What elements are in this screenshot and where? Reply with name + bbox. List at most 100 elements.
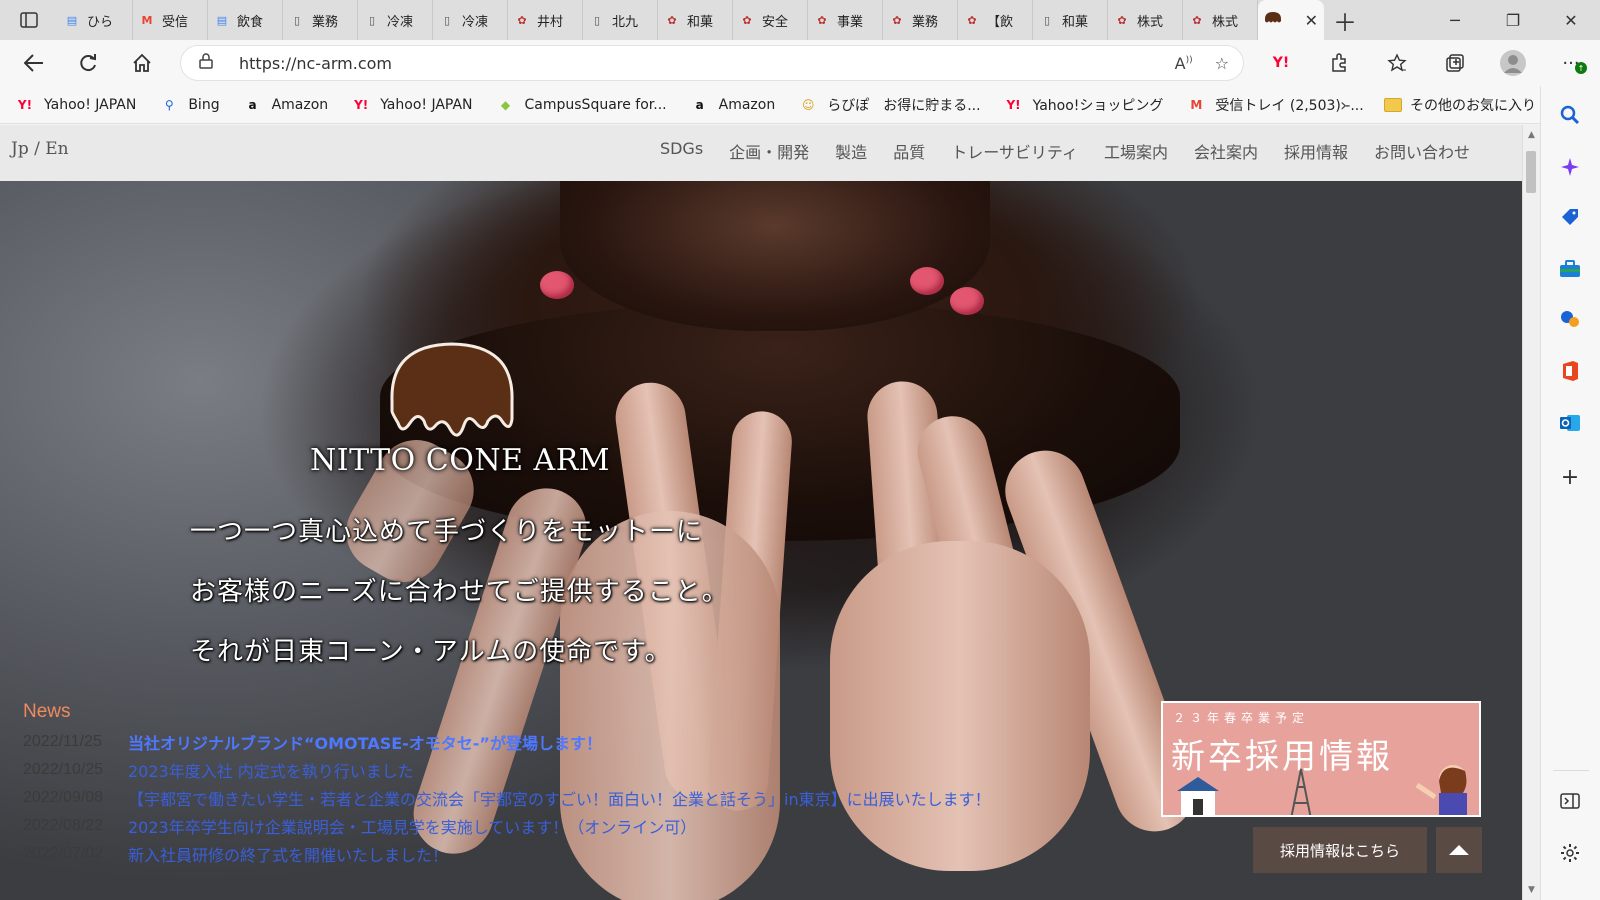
page-icon: ▯ [593, 13, 601, 27]
recruit-info-button[interactable]: 採用情報はこちら [1253, 827, 1427, 873]
tab[interactable]: ✿ 【飲 [958, 0, 1033, 40]
tab[interactable]: ✿ 井村 [508, 0, 583, 40]
url-text[interactable]: https://nc-arm.com [239, 54, 392, 73]
nav-item[interactable]: 品質 [893, 139, 925, 163]
folder-icon [1384, 98, 1402, 112]
recruit-banner-subtitle: ２３年春卒業予定 [1173, 711, 1310, 725]
scroll-up-arrow-icon[interactable]: ▲ [1523, 127, 1540, 143]
nav-item[interactable]: SDGs [660, 139, 703, 163]
tagline-line-3: それが日東コーン・アルムの使命です。 [190, 637, 672, 667]
tab[interactable]: ✿ 安全 [733, 0, 808, 40]
tab-label: 飲食 [237, 14, 264, 30]
close-window-button[interactable]: ✕ [1542, 0, 1600, 40]
favorite-item[interactable]: Y! Yahoo! JAPAN [352, 95, 472, 115]
nav-item[interactable]: お問い合わせ [1374, 139, 1470, 163]
nav-item[interactable]: 会社案内 [1194, 139, 1258, 163]
sidebar-shopping-icon[interactable] [1555, 202, 1585, 232]
add-favorite-icon[interactable]: ☆ [1215, 54, 1229, 73]
global-nav: SDGs 企画・開発 製造 品質 トレーサビリティ 工場案内 会社案内 採用情報 お問い合わせ [634, 139, 1470, 163]
page-viewport: NITTO CONE ARM 一つ一つ真心込めて手づくりをモットーに お客様のニ… [0, 125, 1540, 900]
close-tab-icon[interactable]: ✕ [1305, 11, 1318, 30]
sidebar-add-icon[interactable]: + [1555, 462, 1585, 492]
tab[interactable]: ▯ 冷凍 [433, 0, 508, 40]
page-top-button[interactable] [1436, 827, 1482, 873]
favorite-item[interactable]: ☺ らびぽ お得に貯まる... [799, 95, 981, 115]
home-button[interactable] [118, 43, 166, 83]
tab[interactable]: ▯ 北九 [583, 0, 658, 40]
sidebar-settings-icon[interactable] [1555, 838, 1585, 868]
address-toolbar: https://nc-arm.com A)) ☆ Y! ··· ↑ [0, 40, 1600, 86]
favorite-item[interactable]: Y! Yahoo!ショッピング [1005, 95, 1163, 115]
sidebar-hide-icon[interactable] [1555, 786, 1585, 816]
tab-label: 株式 [1137, 14, 1164, 30]
settings-more-button[interactable]: ··· ↑ [1542, 40, 1600, 86]
tab[interactable]: ✿ 株式 [1183, 0, 1258, 40]
site-logo[interactable]: NITTO CONE ARM [300, 341, 620, 531]
scroll-down-arrow-icon[interactable]: ▼ [1523, 882, 1540, 898]
favorite-item[interactable]: a Amazon [691, 95, 776, 115]
scrollbar-thumb[interactable] [1526, 151, 1536, 193]
news-link[interactable]: 2023年度入社 内定式を執り行いました [128, 758, 414, 782]
site-favicon-icon [1264, 11, 1282, 29]
site-logo-icon: ✿ [817, 13, 827, 27]
tab[interactable]: ▯ 冷凍 [358, 0, 433, 40]
tab[interactable]: ✿ 業務 [883, 0, 958, 40]
back-button[interactable] [10, 43, 58, 83]
news-link[interactable]: 【宇都宮で働きたい学生・若者と企業の交流会「宇都宮のすごい！面白い！企業と話そう… [128, 786, 991, 810]
news-link[interactable]: 2023年卒学生向け企業説明会・工場見学を実施しています！（オンライン可） [128, 814, 696, 838]
sidebar-search-icon[interactable] [1555, 100, 1585, 130]
tab-active[interactable]: ✕ [1258, 0, 1324, 40]
favorite-item[interactable]: ⚲ Bing [160, 95, 220, 115]
favorites-more-button[interactable]: › [1340, 86, 1347, 124]
nav-item[interactable]: 採用情報 [1284, 139, 1348, 163]
tab[interactable]: ▤ 飲食 [208, 0, 283, 40]
news-link[interactable]: 当社オリジナルブランド“OMOTASE-オモタセ-”が登場します！ [128, 730, 602, 754]
tab[interactable]: ✿ 事業 [808, 0, 883, 40]
favorite-item[interactable]: Y! Yahoo! JAPAN [16, 95, 136, 115]
nav-item[interactable]: 工場案内 [1104, 139, 1168, 163]
lock-icon[interactable] [199, 53, 229, 73]
docs-icon: ▤ [216, 13, 228, 27]
tab[interactable]: ✿ 和菓 [658, 0, 733, 40]
tab[interactable]: ▯ 和菓 [1033, 0, 1108, 40]
nav-item[interactable]: 製造 [835, 139, 867, 163]
address-bar[interactable]: https://nc-arm.com A)) ☆ [180, 45, 1244, 81]
window-controls: ─ ❐ ✕ [1426, 0, 1600, 40]
page-scrollbar[interactable]: ▲ ▼ [1522, 125, 1540, 900]
nav-item[interactable]: 企画・開発 [729, 139, 809, 163]
sidebar-games-icon[interactable] [1555, 304, 1585, 334]
favorites-icon[interactable] [1368, 40, 1426, 86]
other-favorites-label: その他のお気に入り [1410, 98, 1536, 114]
sidebar-outlook-icon[interactable] [1555, 408, 1585, 438]
favorite-label: Yahoo! JAPAN [380, 96, 473, 113]
sidebar-tools-icon[interactable] [1555, 254, 1585, 284]
news-link[interactable]: 新入社員研修の終了式を開催いたしました！ [128, 842, 448, 866]
profile-avatar[interactable] [1484, 40, 1542, 86]
yahoo-extension-icon[interactable]: Y! [1252, 40, 1310, 86]
minimize-button[interactable]: ─ [1426, 0, 1484, 40]
amazon-icon: a [695, 97, 704, 112]
recruit-banner[interactable]: ２３年春卒業予定 新卒採用情報 [1161, 701, 1481, 817]
page-icon: ▯ [368, 13, 376, 27]
restore-button[interactable]: ❐ [1484, 0, 1542, 40]
tab-actions-button[interactable] [0, 0, 58, 40]
favorite-item[interactable]: ◆ CampusSquare for... [497, 95, 667, 115]
nav-item[interactable]: トレーサビリティ [951, 139, 1078, 163]
other-favorites-folder[interactable]: その他のお気に入り [1384, 86, 1536, 124]
language-switch[interactable]: Jp / En [11, 139, 69, 159]
read-aloud-icon[interactable]: A)) [1175, 54, 1193, 73]
sidebar-office-icon[interactable] [1555, 356, 1585, 386]
tab-label: 和菓 [1062, 14, 1089, 30]
extensions-icon[interactable] [1310, 40, 1368, 86]
tab[interactable]: M 受信 [133, 0, 208, 40]
sidebar-copilot-icon[interactable] [1555, 152, 1585, 182]
collections-icon[interactable] [1426, 40, 1484, 86]
refresh-button[interactable] [64, 43, 112, 83]
tab[interactable]: ▤ ひら [58, 0, 133, 40]
tab[interactable]: ✿ 株式 [1108, 0, 1183, 40]
tab[interactable]: ▯ 業務 [283, 0, 358, 40]
raspberry [540, 271, 574, 299]
new-tab-button[interactable]: ＋ [1324, 0, 1366, 40]
favorite-item[interactable]: M 受信トレイ (2,503) -... [1187, 95, 1363, 115]
favorite-item[interactable]: a Amazon [244, 95, 329, 115]
